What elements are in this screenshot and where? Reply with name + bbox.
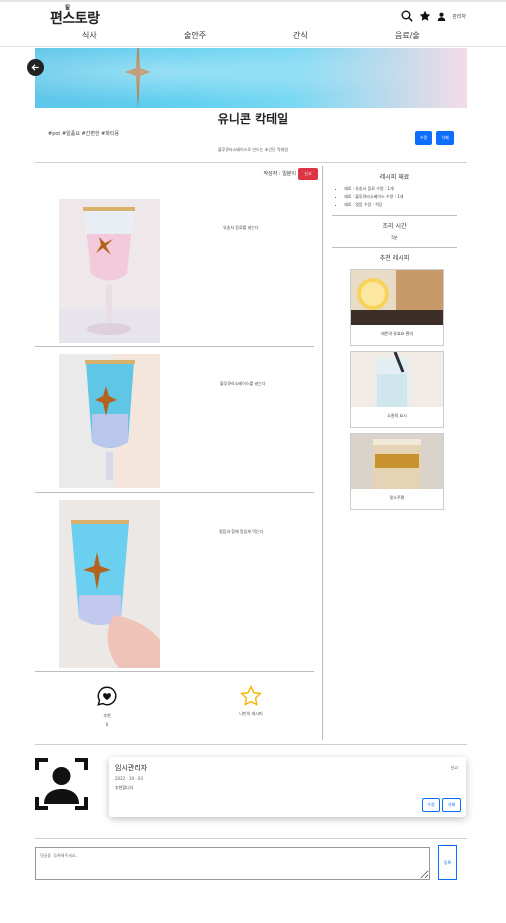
step-1-image — [59, 199, 160, 343]
top-navbar: ♛ 편스토랑 식사 술안주 간식 음료/술 관리자 — [0, 0, 506, 47]
comment-card: 임시관리자 신고 2022 · 10 · 03 추천합니다 수정 삭제 — [109, 757, 466, 817]
comment-date: 2022 · 10 · 03 — [115, 776, 143, 781]
recommend-title: 추천 레시피 — [379, 255, 410, 262]
column-divider — [322, 166, 323, 740]
recommend-card[interactable]: 맛소주짱 — [350, 433, 444, 510]
recommend-image — [351, 434, 443, 489]
comment-author: 임시관리자 — [115, 764, 148, 772]
cocktail-glass-blue-icon — [59, 354, 160, 488]
step-3-image — [59, 500, 160, 668]
lemon-drink-icon — [351, 270, 443, 325]
ingredient-item: 재료 : 유송서 음료 수량 : 1개 — [344, 185, 403, 193]
favorite-label: 나만의 레시피 — [239, 711, 263, 716]
nav-item-snack[interactable]: 간식 — [293, 30, 308, 41]
cook-time-title: 조리 시간 — [382, 223, 407, 230]
recommend-card[interactable]: 레몬의 유효요 편의 — [350, 269, 444, 346]
recipe-title: 유니콘 칵테일 — [217, 112, 289, 126]
step-2-text: 블루큐라소베이스를 넣는다 — [220, 381, 266, 386]
edit-comment-button[interactable]: 수정 — [422, 798, 440, 812]
submit-comment-button[interactable]: 등록 — [438, 845, 457, 880]
like-action[interactable]: 추천 0 — [95, 685, 119, 727]
chef-hat-icon: ♛ — [64, 3, 71, 12]
beer-glass-icon — [351, 434, 443, 489]
step-divider — [35, 346, 314, 347]
step-1-text: 유송서 음료를 넣는다 — [223, 225, 259, 230]
star-icon[interactable] — [419, 10, 431, 22]
cocktail-glass-pink-icon — [59, 199, 160, 343]
user-avatar-icon — [35, 758, 88, 810]
recipe-description: 블루큐라소베이스로 만드는 초간단 칵테일 — [217, 147, 289, 152]
step-2-image — [59, 354, 160, 488]
sidebar-divider — [332, 247, 457, 248]
nav-item-meal[interactable]: 식사 — [82, 30, 97, 41]
ingredients-list: 재료 : 유송서 음료 수량 : 1개 재료 : 블루큐라소베이스 수량 : 1… — [336, 185, 403, 209]
divider — [35, 838, 467, 839]
recipe-author: 작성자 : 일분이 — [263, 171, 296, 177]
like-count: 0 — [105, 722, 109, 727]
divider — [35, 162, 467, 163]
delete-comment-button[interactable]: 삭제 — [442, 798, 461, 812]
nav-item-beverage[interactable]: 음료/술 — [395, 30, 420, 41]
soda-glass-icon — [351, 352, 443, 407]
step-divider — [35, 671, 314, 672]
cook-time-value: 5분 — [391, 235, 398, 240]
divider — [35, 744, 467, 745]
user-name[interactable]: 관리자 — [452, 13, 466, 20]
recommend-caption: 맛소주짱 — [389, 495, 405, 500]
header-icons: 관리자 — [401, 10, 466, 22]
arrow-left-icon — [31, 64, 39, 71]
edit-recipe-button[interactable]: 수정 — [415, 131, 432, 145]
back-button[interactable] — [27, 59, 44, 76]
site-logo[interactable]: ♛ 편스토랑 — [50, 3, 100, 28]
ingredients-title: 레시피 재료 — [379, 174, 410, 181]
recommend-image — [351, 352, 443, 407]
report-recipe-button[interactable]: 신고 — [298, 168, 318, 180]
delete-recipe-button[interactable]: 삭제 — [436, 131, 454, 145]
favorite-action[interactable]: 나만의 레시피 — [230, 685, 272, 717]
heart-chat-icon — [97, 686, 117, 706]
recommend-caption: 레몬의 유효요 편의 — [381, 331, 413, 336]
comment-input[interactable] — [35, 847, 430, 880]
recommend-card[interactable]: 소원의 요시 — [350, 351, 444, 428]
sidebar-divider — [332, 215, 457, 216]
recommend-image — [351, 270, 443, 325]
like-label: 추천 — [103, 713, 111, 718]
recommend-caption: 소원의 요시 — [387, 413, 407, 418]
ingredient-item: 재료 : 블루큐라소베이스 수량 : 1개 — [344, 193, 403, 201]
nav-item-snack-drink[interactable]: 술안주 — [184, 30, 206, 41]
comment-text: 추천합니다 — [115, 785, 134, 790]
hero-image — [35, 48, 467, 108]
cocktail-glass-hand-icon — [59, 500, 160, 668]
recipe-tags: #pot #일품요 #간편한 #파티용 — [48, 131, 120, 137]
ingredient-item: 재료 : 얼음 수량 : 적당 — [344, 201, 403, 209]
search-icon[interactable] — [401, 10, 413, 22]
report-comment-button[interactable]: 신고 — [451, 765, 458, 771]
user-icon[interactable] — [437, 12, 446, 21]
step-divider — [35, 492, 314, 493]
hero-highlight — [35, 48, 467, 108]
logo-text: 편스토랑 — [50, 11, 100, 27]
step-3-text: 얼음과 함께 맛있게 먹는다 — [219, 529, 264, 534]
star-outline-icon — [240, 685, 262, 706]
